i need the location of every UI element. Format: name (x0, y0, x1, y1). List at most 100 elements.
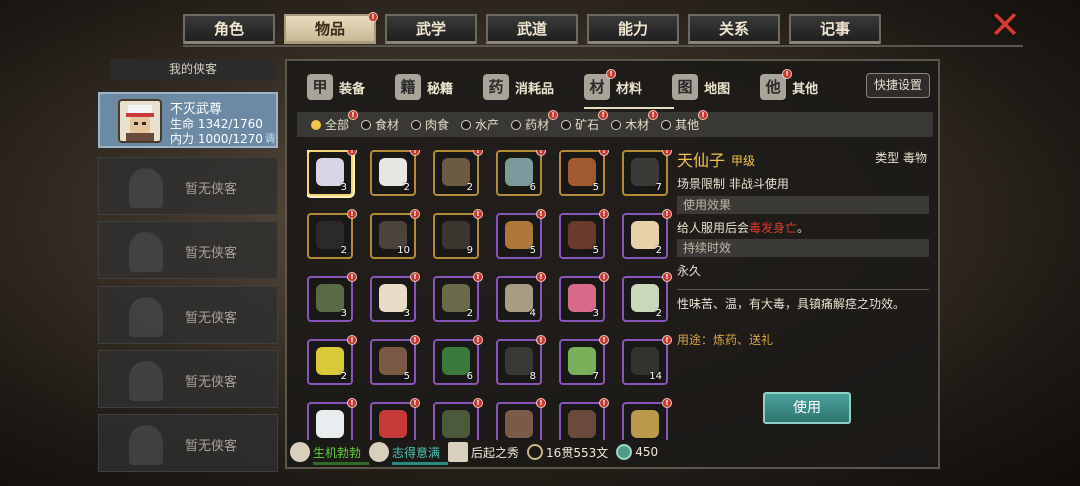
hero-avatar (118, 99, 162, 143)
item-slot[interactable]: 5! (559, 209, 609, 259)
coin-icon (527, 444, 544, 460)
rank-icon (448, 442, 469, 462)
filter-3[interactable]: 水产 (461, 116, 499, 133)
alert-badge-icon: ! (536, 272, 546, 282)
top-tab-5[interactable]: 关系 (688, 14, 780, 44)
alert-badge-icon: ! (536, 209, 546, 219)
top-tab-label: 角色 (213, 20, 244, 38)
item-quantity: 6 (529, 182, 536, 193)
hero-card[interactable]: 不灭武尊 生命 1342/1760 内力 1000/1270 调 (98, 92, 278, 148)
silhouette-icon (129, 297, 163, 337)
item-slot[interactable]: 3! (307, 272, 357, 322)
alert-badge-icon: ! (536, 398, 546, 408)
tab-label: 地图 (704, 81, 731, 97)
empty-hero-slot[interactable]: 暂无侠客 (98, 350, 278, 408)
effect-text: 给人服用后会毒发身亡。 (677, 219, 809, 236)
item-quantity: 2 (655, 245, 662, 256)
item-slot[interactable]: 2! (433, 150, 483, 196)
item-slot[interactable]: 6! (496, 150, 546, 196)
filter-5[interactable]: 矿石! (561, 110, 609, 133)
alert-badge-icon: ! (368, 12, 378, 22)
item-quantity: 2 (655, 308, 662, 319)
item-slot[interactable]: 7! (559, 335, 609, 385)
alert-badge-icon: ! (599, 272, 609, 282)
item-grade: 甲级 (731, 154, 756, 168)
top-tab-6[interactable]: 记事 (789, 14, 881, 44)
item-slot[interactable]: 5! (559, 150, 609, 196)
vitality-bar (313, 462, 369, 465)
item-slot[interactable]: 14! (622, 335, 672, 385)
top-tab-2[interactable]: 武学 (385, 14, 477, 44)
item-slot[interactable]: 6! (433, 335, 483, 385)
tab-map[interactable]: 图地图 (672, 71, 730, 103)
item-slot[interactable]: 2! (433, 272, 483, 322)
tab-potion[interactable]: 药消耗品 (483, 71, 554, 103)
top-tab-1[interactable]: 物品! (284, 12, 378, 44)
item-slot[interactable]: 2! (622, 272, 672, 322)
filter-2[interactable]: 肉食 (411, 116, 449, 133)
filter-0[interactable]: 全部! (311, 110, 359, 133)
item-slot[interactable]: 8! (496, 335, 546, 385)
alert-badge-icon: ! (648, 110, 659, 120)
item-slot[interactable]: ! (559, 398, 609, 440)
radio-dot-icon (611, 119, 622, 130)
filter-label: 其他 (675, 118, 700, 132)
alert-badge-icon: ! (662, 272, 672, 282)
filter-6[interactable]: 木材! (611, 110, 659, 133)
empty-hero-slot[interactable]: 暂无侠客 (98, 221, 278, 279)
item-slot[interactable]: 7! (622, 150, 672, 196)
alert-badge-icon: ! (548, 110, 559, 120)
item-grid: 3! 2! 2! 6! 5! 7! 2! 10! 9! 5! 5! 2! 3! 3! 2! 4! 3! 2! 2! 5… (307, 150, 687, 440)
close-icon[interactable]: ✕ (988, 6, 1022, 44)
item-slot[interactable]: ! (370, 398, 420, 440)
top-tab-3[interactable]: 武道 (486, 14, 578, 44)
item-slot[interactable]: 5! (496, 209, 546, 259)
radio-dot-icon (661, 119, 672, 130)
use-button[interactable]: 使用 (763, 392, 851, 424)
item-slot[interactable]: 9! (433, 209, 483, 259)
top-tab-0[interactable]: 角色 (183, 14, 275, 44)
item-quantity: 8 (529, 371, 536, 382)
item-slot[interactable]: 2! (307, 209, 357, 259)
filter-4[interactable]: 药材! (511, 110, 559, 133)
item-slot[interactable]: 3! (370, 272, 420, 322)
radio-dot-icon (411, 119, 422, 130)
empty-hero-slot[interactable]: 暂无侠客 (98, 414, 278, 472)
status-rank-label: 后起之秀 (471, 445, 520, 460)
item-slot[interactable]: 3! (307, 150, 357, 196)
item-slot[interactable]: 4! (496, 272, 546, 322)
item-slot[interactable]: ! (307, 398, 357, 440)
effect-prefix: 给人服用后会 (677, 221, 750, 235)
my-heroes-title: 我的侠客 (110, 59, 276, 79)
item-slot[interactable]: 10! (370, 209, 420, 259)
item-slot[interactable]: 2! (370, 150, 420, 196)
item-slot[interactable]: 3! (559, 272, 609, 322)
empty-hero-slot[interactable]: 暂无侠客 (98, 157, 278, 215)
inventory-panel: 甲装备籍秘籍药消耗品材材料! 图地图他其他! 快捷设置 全部! 食材 肉食 水产 药材! 矿… (285, 59, 940, 469)
tab-material[interactable]: 材材料! (584, 69, 675, 109)
empty-hero-slot[interactable]: 暂无侠客 (98, 286, 278, 344)
item-slot[interactable]: 2! (307, 335, 357, 385)
filter-1[interactable]: 食材 (361, 116, 399, 133)
item-slot[interactable]: 2! (622, 209, 672, 259)
item-slot[interactable]: ! (433, 398, 483, 440)
item-quantity: 2 (466, 182, 473, 193)
alert-badge-icon: ! (662, 150, 672, 156)
material-icon: 材 (584, 74, 611, 100)
item-slot[interactable]: 5! (370, 335, 420, 385)
radio-dot-icon (361, 119, 372, 130)
item-icon (568, 410, 596, 438)
item-description: 性味苦、温，有大毒，具镇痛解痉之功效。 (677, 297, 906, 311)
tab-armor[interactable]: 甲装备 (307, 71, 365, 103)
alert-badge-icon: ! (599, 335, 609, 345)
item-slot[interactable]: ! (496, 398, 546, 440)
quick-settings-button[interactable]: 快捷设置 (866, 73, 930, 98)
empty-slot-label: 暂无侠客 (185, 182, 238, 197)
top-tab-4[interactable]: 能力 (587, 14, 679, 44)
tab-book[interactable]: 籍秘籍 (395, 71, 453, 103)
hero-mp: 内力 1000/1270 (170, 132, 263, 146)
item-slot[interactable]: ! (622, 398, 672, 440)
tab-bell[interactable]: 他其他! (760, 69, 818, 103)
filter-7[interactable]: 其他! (661, 110, 709, 133)
top-tab-label: 武学 (415, 20, 446, 38)
